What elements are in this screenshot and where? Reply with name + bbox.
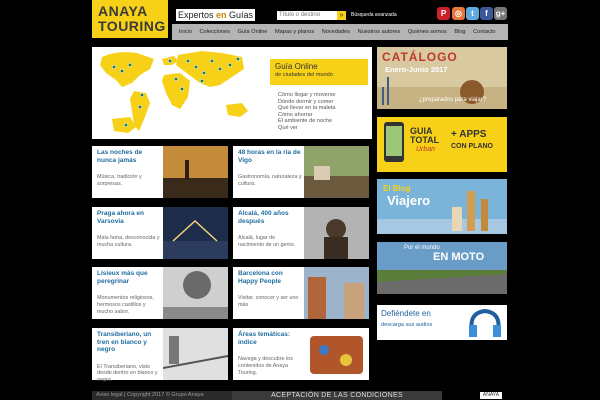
- googleplus-icon[interactable]: g+: [494, 7, 507, 20]
- card-image[interactable]: [163, 207, 228, 259]
- card-text: Transiberiano, un tren en blanco y negro…: [97, 331, 161, 384]
- card-description: Música, tradición y sorpresas.: [97, 174, 142, 187]
- card-description: El Transiberiano, visto desde dentro en …: [97, 363, 158, 384]
- card-title[interactable]: 48 horas en la ría de Vigo: [238, 149, 302, 164]
- guide-links: Cómo llegar y moverse Dónde dormir y come…: [278, 92, 336, 131]
- card-title[interactable]: Áreas temáticas: índice: [238, 331, 302, 346]
- card-text: Lisieux más que peregrinar Monumentos rel…: [97, 270, 161, 315]
- nav-item-7[interactable]: Blog: [451, 24, 470, 40]
- card-description: Gastronomía, naturaleza y cultura.: [238, 174, 302, 187]
- catalogo-sub: Enero-Junio 2017: [385, 65, 448, 74]
- headphones-icon: [469, 308, 501, 337]
- card-image[interactable]: [304, 207, 369, 259]
- audio-banner[interactable]: Defiéndete en descarga sus audios: [377, 305, 507, 340]
- guide-link[interactable]: Qué ver: [278, 125, 336, 132]
- apps-plano: CON PLANO: [451, 143, 493, 150]
- card-title[interactable]: Barcelona con Happy People: [238, 270, 302, 285]
- nav-item-1[interactable]: Colecciones: [196, 24, 234, 40]
- card-text: Praga ahora en Varsovia Mala fama, descon…: [97, 210, 161, 249]
- nav-item-2[interactable]: Guía Online: [234, 24, 271, 40]
- logo-line-2: TOURING: [98, 18, 166, 34]
- instagram-icon[interactable]: ◎: [452, 7, 465, 20]
- feature-card[interactable]: Barcelona con Happy People Visitar, conoc…: [233, 267, 369, 319]
- card-title[interactable]: Lisieux más que peregrinar: [97, 270, 161, 285]
- feature-card[interactable]: Áreas temáticas: índice Navega y descubre…: [233, 328, 369, 380]
- card-text: Barcelona con Happy People Visitar, conoc…: [238, 270, 302, 309]
- nav-item-4[interactable]: Novedades: [318, 24, 354, 40]
- audio-line1: Defiéndete en: [381, 309, 431, 318]
- nav-item-0[interactable]: Inicio: [175, 24, 196, 40]
- card-image[interactable]: [163, 267, 228, 319]
- card-description: Mala fama, desconocida y mucha cultura.: [97, 235, 160, 248]
- feature-card[interactable]: Transiberiano, un tren en blanco y negro…: [92, 328, 228, 383]
- twitter-icon[interactable]: t: [466, 7, 479, 20]
- moto-art: [377, 270, 507, 294]
- feature-card[interactable]: Praga ahora en Varsovia Mala fama, descon…: [92, 207, 228, 259]
- card-title[interactable]: Las noches de nunca jamás: [97, 149, 161, 164]
- card-image[interactable]: [163, 328, 228, 380]
- nav-item-3[interactable]: Mapas y planos: [271, 24, 318, 40]
- nav-item-6[interactable]: Quiénes somos: [404, 24, 450, 40]
- blog-line2: Viajero: [387, 193, 431, 208]
- card-image[interactable]: [163, 146, 228, 198]
- catalogo-question: ¿preparados para viajar?: [419, 97, 487, 103]
- card-image[interactable]: [304, 267, 369, 319]
- advanced-search-link[interactable]: Búsqueda avanzada: [351, 12, 397, 19]
- moto-banner[interactable]: Por el mundo EN MOTO: [377, 242, 507, 294]
- anaya-touring-logo[interactable]: ANAYA TOURING: [92, 0, 168, 38]
- phone-icon: [384, 122, 404, 162]
- card-title[interactable]: Alcalá, 400 años después: [238, 210, 302, 225]
- tagline-accent: en: [216, 10, 227, 20]
- blog-line1: El Blog: [383, 184, 411, 193]
- audio-line2: descarga sus audios: [381, 322, 433, 328]
- guide-link[interactable]: Qué llevar en la maleta: [278, 105, 336, 112]
- card-description: Navega y descubre los contenidos de Anay…: [238, 356, 293, 376]
- tagline: Expertos en Guías: [176, 9, 255, 21]
- tagline-pre: Expertos: [178, 10, 217, 20]
- card-text: Las noches de nunca jamás Música, tradici…: [97, 149, 161, 188]
- feature-card[interactable]: Las noches de nunca jamás Música, tradici…: [92, 146, 228, 198]
- apps-urban: Urban: [416, 146, 436, 153]
- apps-total: TOTAL: [410, 135, 440, 145]
- card-title[interactable]: Praga ahora en Varsovia: [97, 210, 161, 225]
- card-text: 48 horas en la ría de Vigo Gastronomía, n…: [238, 149, 302, 188]
- page: ANAYA TOURING Expertos en Guías Título o…: [0, 0, 600, 400]
- card-title[interactable]: Transiberiano, un tren en blanco y negro: [97, 331, 161, 354]
- card-description: Alcalá, lugar de nacimiento de un genio.: [238, 235, 296, 248]
- blog-banner[interactable]: El Blog Viajero: [377, 179, 507, 234]
- card-image[interactable]: [304, 146, 369, 198]
- footer-logo[interactable]: ANAYA: [480, 392, 502, 399]
- apps-banner[interactable]: GUIA TOTAL Urban + APPS CON PLANO: [377, 117, 507, 172]
- moto-line2: EN MOTO: [433, 251, 485, 263]
- guide-title: Guía Online: [275, 62, 318, 71]
- feature-card[interactable]: Lisieux más que peregrinar Monumentos rel…: [92, 267, 228, 319]
- feature-card[interactable]: 48 horas en la ría de Vigo Gastronomía, n…: [233, 146, 369, 198]
- guide-online-box[interactable]: Guía Online de ciudades del mundo: [270, 59, 368, 85]
- card-description: Visitar, conocer y ser uno más: [238, 295, 299, 308]
- card-text: Alcalá, 400 años después Alcalá, lugar de…: [238, 210, 302, 249]
- guide-link[interactable]: El ambiente de noche: [278, 118, 336, 125]
- guide-link[interactable]: Cómo llegar y moverse: [278, 92, 336, 99]
- facebook-icon[interactable]: f: [480, 7, 493, 20]
- pinterest-icon[interactable]: P: [437, 7, 450, 20]
- card-description: Monumentos religiosos, hermosos castillo…: [97, 295, 154, 315]
- feature-card[interactable]: Alcalá, 400 años después Alcalá, lugar de…: [233, 207, 369, 259]
- catalogo-title: CATÁLOGO: [382, 50, 458, 64]
- card-text: Áreas temáticas: índice Navega y descubre…: [238, 331, 302, 376]
- main-nav: Inicio Colecciones Guía Online Mapas y plan…: [172, 24, 508, 40]
- tagline-post: Guías: [226, 10, 254, 20]
- catalogo-banner[interactable]: CATÁLOGO Enero-Junio 2017 ¿preparados pa…: [377, 47, 507, 109]
- guide-subtitle: de ciudades del mundo: [275, 72, 333, 78]
- apps-plus: + APPS: [451, 129, 487, 140]
- nav-item-5[interactable]: Nuestros autores: [354, 24, 404, 40]
- search-input[interactable]: Título o destino: [277, 11, 337, 20]
- card-image[interactable]: [304, 328, 369, 380]
- nav-item-8[interactable]: Contacto: [469, 24, 499, 40]
- logo-line-1: ANAYA: [98, 3, 148, 19]
- search-button[interactable]: »: [337, 11, 346, 20]
- accept-conditions-button[interactable]: ACEPTACIÓN DE LAS CONDICIONES: [232, 391, 442, 400]
